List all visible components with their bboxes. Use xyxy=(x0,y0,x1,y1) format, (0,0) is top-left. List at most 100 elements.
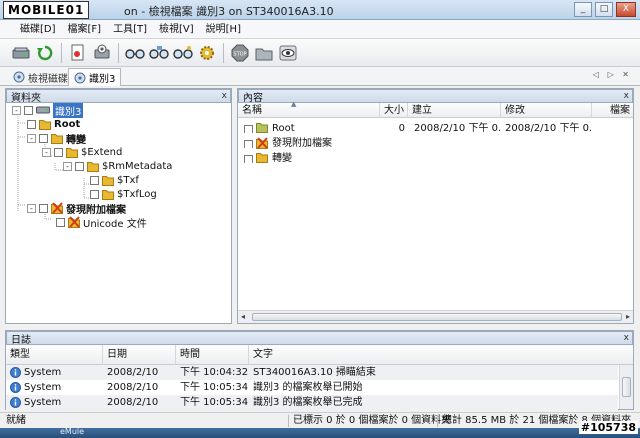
status-divider xyxy=(437,415,438,427)
taskbar-item[interactable]: eMule xyxy=(60,427,84,436)
collapse-toggle[interactable]: - xyxy=(63,161,72,171)
tree-node-rmmetadata[interactable]: - $RmMetadata xyxy=(63,159,172,173)
column-header-date[interactable]: 日期 xyxy=(103,345,176,365)
scroll-right-icon[interactable]: ▸ xyxy=(626,311,630,323)
collapse-toggle[interactable]: - xyxy=(42,147,51,157)
log-list-header: 類型 日期 時間 文字 xyxy=(6,345,633,365)
column-header-time[interactable]: 時間 xyxy=(176,345,249,365)
menu-view[interactable]: 檢視[V] xyxy=(153,20,200,38)
node-checkbox[interactable] xyxy=(54,147,63,157)
tree-node-label: $Txf xyxy=(117,174,139,186)
table-row[interactable]: 轉變 xyxy=(238,151,633,166)
tree-node-root[interactable]: Root xyxy=(27,117,80,131)
cell-text: 識別3 的檔案枚舉已完成 xyxy=(253,397,363,408)
menu-help[interactable]: 說明[H] xyxy=(200,20,247,38)
pane-title: 資料夾 xyxy=(11,92,41,104)
tree-node-extend[interactable]: - $Extend xyxy=(42,145,122,159)
folder-icon[interactable] xyxy=(253,42,275,64)
close-button[interactable]: X xyxy=(616,2,636,17)
column-header-modified[interactable]: 修改 xyxy=(501,103,592,118)
stop-icon[interactable]: STOP xyxy=(229,42,251,64)
cell-date: 2008/2/10 xyxy=(107,397,159,408)
tree-node-txf[interactable]: $Txf xyxy=(90,173,139,187)
app-window: MOBILE01 on - 檢視檔案 識別3 on ST340016A3.10 … xyxy=(0,0,640,438)
table-row[interactable]: 發現附加檔案 xyxy=(238,136,633,151)
close-pane-icon[interactable]: x xyxy=(222,91,227,101)
column-header-size[interactable]: 大小 xyxy=(380,103,408,118)
tree-node-unicode-docs[interactable]: Unicode 文件 xyxy=(56,215,147,230)
log-row[interactable]: System 2008/2/10 下午 10:04:32 ST340016A3.… xyxy=(6,365,618,380)
scroll-left-icon[interactable]: ◂ xyxy=(241,311,245,323)
node-checkbox[interactable] xyxy=(56,217,65,227)
status-divider xyxy=(288,415,289,427)
table-row[interactable]: Root 0 2008/2/10 下午 0... 2008/2/10 下午 0.… xyxy=(238,121,633,136)
tab-label: 識別3 xyxy=(89,74,116,85)
column-header-name[interactable]: 名稱 xyxy=(238,103,380,118)
node-checkbox[interactable] xyxy=(39,133,48,143)
close-pane-icon[interactable]: x xyxy=(624,333,629,343)
column-header-type[interactable]: 類型 xyxy=(6,345,103,365)
row-checkbox[interactable] xyxy=(244,140,253,148)
tree-node-label: 轉變 xyxy=(66,134,86,146)
collapse-toggle[interactable]: - xyxy=(27,203,36,213)
folder-icon xyxy=(102,175,114,186)
minimize-button[interactable]: _ xyxy=(574,2,592,17)
column-header-text[interactable]: 文字 xyxy=(249,345,633,365)
drive-icon[interactable] xyxy=(10,42,32,64)
log-row[interactable]: System 2008/2/10 下午 10:05:34 識別3 的檔案枚舉已完… xyxy=(6,395,618,410)
menu-file[interactable]: 檔案[F] xyxy=(62,20,108,38)
glasses-icon[interactable] xyxy=(124,42,146,64)
glasses-options-icon[interactable] xyxy=(148,42,170,64)
node-checkbox[interactable] xyxy=(24,105,33,115)
tree-node-identify3[interactable]: - 識別3 xyxy=(12,102,84,118)
log-row[interactable]: System 2008/2/10 下午 10:05:34 識別3 的檔案枚舉已開… xyxy=(6,380,618,395)
node-checkbox[interactable] xyxy=(27,119,36,129)
node-checkbox[interactable] xyxy=(75,161,84,171)
tree-node-label: $TxfLog xyxy=(117,188,157,200)
node-checkbox[interactable] xyxy=(90,175,99,185)
node-checkbox[interactable] xyxy=(90,189,99,199)
tree-node-txflog[interactable]: $TxfLog xyxy=(90,187,157,201)
eye-icon[interactable] xyxy=(277,42,299,64)
disk-view-icon xyxy=(13,71,25,83)
row-checkbox[interactable] xyxy=(244,155,253,163)
collapse-toggle[interactable]: - xyxy=(12,105,21,115)
tab-navigation[interactable]: ◁ ▷ ✕ xyxy=(593,70,632,79)
pane-title: 內容 xyxy=(243,92,263,104)
tab-view-disk[interactable]: 檢視磁碟 xyxy=(8,68,73,86)
toolbar-separator xyxy=(118,42,119,63)
refresh-icon[interactable] xyxy=(34,42,56,64)
horizontal-scrollbar[interactable]: ◂ ▸ xyxy=(238,310,633,323)
file-scan-icon[interactable] xyxy=(67,42,89,64)
tree-node-found-files[interactable]: - 發現附加檔案 xyxy=(27,201,126,216)
tab-identify3[interactable]: 識別3 xyxy=(68,68,122,86)
collapse-toggle[interactable]: - xyxy=(27,133,36,143)
scrollbar-thumb[interactable] xyxy=(622,377,631,397)
vertical-scrollbar[interactable] xyxy=(619,365,633,409)
cell-text: 識別3 的檔案枚舉已開始 xyxy=(253,382,363,393)
found-files-icon xyxy=(51,202,63,214)
maximize-button[interactable]: □ xyxy=(595,2,613,17)
content-pane-header: 內容 x xyxy=(238,89,633,104)
glasses-search-icon[interactable] xyxy=(172,42,194,64)
tree-node-label: $Extend xyxy=(81,146,123,158)
gear-icon[interactable] xyxy=(196,42,218,64)
tab-label: 檢視磁碟 xyxy=(28,73,68,85)
os-taskbar: eMule xyxy=(0,427,640,438)
column-header-attributes[interactable]: 檔案 xyxy=(592,103,633,118)
folder-icon xyxy=(256,123,268,133)
disk-scan-icon[interactable] xyxy=(91,42,113,64)
node-checkbox[interactable] xyxy=(39,203,48,213)
scrollbar-thumb[interactable] xyxy=(252,313,622,321)
tree-node-label: $RmMetadata xyxy=(102,160,173,172)
column-header-created[interactable]: 建立 xyxy=(408,103,501,118)
tree-node-changes[interactable]: - 轉變 xyxy=(27,131,86,146)
menu-disk[interactable]: 磁碟[D] xyxy=(14,20,62,38)
menu-tools[interactable]: 工具[T] xyxy=(107,20,153,38)
title-bar[interactable]: MOBILE01 on - 檢視檔案 識別3 on ST340016A3.10 … xyxy=(0,0,640,20)
cell-time: 下午 10:04:32 xyxy=(180,367,249,378)
close-pane-icon[interactable]: x xyxy=(624,91,629,101)
row-checkbox[interactable] xyxy=(244,125,253,133)
toolbar-separator xyxy=(223,42,224,63)
drive-icon xyxy=(36,106,50,114)
